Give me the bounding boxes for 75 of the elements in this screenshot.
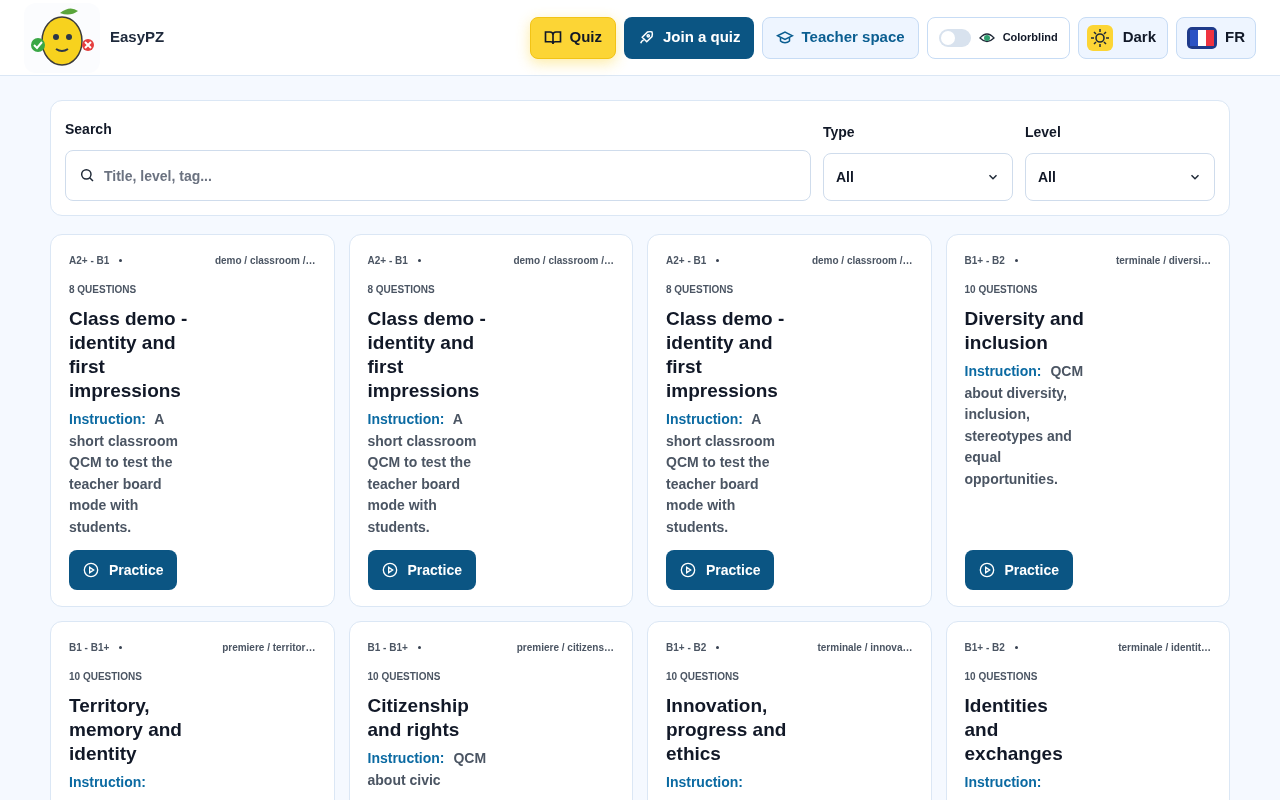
question-count: 10 QUESTIONS [69, 670, 143, 684]
question-count: 8 QUESTIONS [69, 283, 138, 297]
question-count: 10 QUESTIONS [666, 670, 740, 684]
level-range: A2+ - B1 [69, 254, 110, 268]
bullet-icon [1014, 646, 1018, 649]
instruction-text: Instruction: [666, 773, 744, 792]
bullet-icon [1014, 259, 1018, 262]
practice-button[interactable]: Practice [666, 550, 775, 590]
quiz-title: Diversity and inclusion [964, 307, 1085, 355]
tag-path: terminale / innova… [817, 641, 913, 655]
question-count: 8 QUESTIONS [367, 283, 436, 297]
level-range: B1+ - B2 [964, 641, 1005, 655]
bullet-icon [716, 646, 720, 649]
level-range: B1 - B1+ [367, 641, 408, 655]
book-icon [543, 28, 562, 47]
dropdown[interactable]: All [1025, 153, 1215, 201]
tag-path: demo / classroom /… [811, 254, 913, 268]
colorblind-toggle[interactable]: Colorblind [926, 16, 1070, 59]
tag-path: terminale / identit… [1118, 641, 1211, 655]
nav-button[interactable]: Teacher space [761, 16, 919, 59]
instruction-text: Instruction: [964, 773, 1043, 792]
nav-button[interactable]: Quiz [529, 16, 616, 59]
quiz-title: Innovation, progress and ethics [666, 694, 788, 766]
level-range: B1+ - B2 [666, 641, 707, 655]
play-icon [680, 562, 696, 578]
instruction-text: Instruction: A short classroom QCM to test the teacher board mode with students. [367, 410, 478, 537]
tag-path: terminale / diversi… [1115, 254, 1211, 268]
question-count: 10 QUESTIONS [964, 670, 1039, 684]
tag-path: premiere / territor… [222, 641, 316, 655]
quiz-title: Territory, memory and identity [69, 694, 183, 766]
bullet-icon [119, 646, 123, 649]
question-count: 10 QUESTIONS [367, 670, 442, 684]
app-name: EasyPZ [110, 27, 165, 48]
bullet-icon [417, 259, 421, 262]
language-button[interactable]: FR [1176, 16, 1256, 59]
filter-label: Type [823, 123, 856, 142]
play-icon [381, 562, 398, 578]
dropdown[interactable]: All [823, 153, 1013, 201]
play-icon [978, 562, 995, 578]
theme-button[interactable]: Dark [1077, 16, 1168, 59]
practice-button[interactable]: Practice [69, 550, 178, 590]
instruction-text: Instruction: A short classroom QCM to test the teacher board mode with students. [666, 410, 776, 537]
bullet-icon [716, 259, 720, 262]
bullet-icon [119, 259, 123, 262]
quiz-title: Identities and exchanges [964, 694, 1064, 766]
quiz-title: Class demo - identity and first impressions [69, 307, 189, 403]
eye-icon [978, 31, 995, 44]
quiz-title: Class demo - identity and first impressions [666, 307, 786, 403]
instruction-text: Instruction: A short classroom QCM to test the teacher board mode with students. [69, 410, 179, 537]
practice-button[interactable]: Practice [964, 550, 1073, 590]
quiz-title: Class demo - identity and first impressions [367, 307, 487, 403]
level-range: B1 - B1+ [69, 641, 110, 655]
quiz-title: Citizenship and rights [367, 694, 470, 742]
sun-icon [1086, 24, 1113, 51]
tag-path: demo / classroom /… [214, 254, 316, 268]
play-icon [83, 562, 99, 578]
search-label: Search [65, 120, 113, 139]
search-field[interactable]: Title, level, tag... [65, 150, 811, 201]
search-icon [79, 167, 95, 183]
bullet-icon [417, 646, 421, 649]
instruction-text: Instruction: [69, 773, 147, 792]
level-range: A2+ - B1 [367, 254, 408, 268]
flag-icon [1187, 26, 1217, 49]
practice-button[interactable]: Practice [367, 550, 476, 590]
tag-path: premiere / citizens… [516, 641, 614, 655]
filter-label: Level [1025, 123, 1062, 142]
nav-button[interactable]: Join a quiz [624, 16, 754, 59]
instruction-text: Instruction: QCM about diversity, inclusion, stereotypes and equal opportunities. [964, 362, 1085, 489]
switch[interactable] [938, 28, 971, 47]
question-count: 8 QUESTIONS [666, 283, 735, 297]
question-count: 10 QUESTIONS [964, 283, 1039, 297]
level-range: A2+ - B1 [666, 254, 707, 268]
level-range: B1+ - B2 [964, 254, 1005, 268]
instruction-text: Instruction: QCM about civic [367, 749, 488, 790]
tag-path: demo / classroom /… [513, 254, 614, 268]
